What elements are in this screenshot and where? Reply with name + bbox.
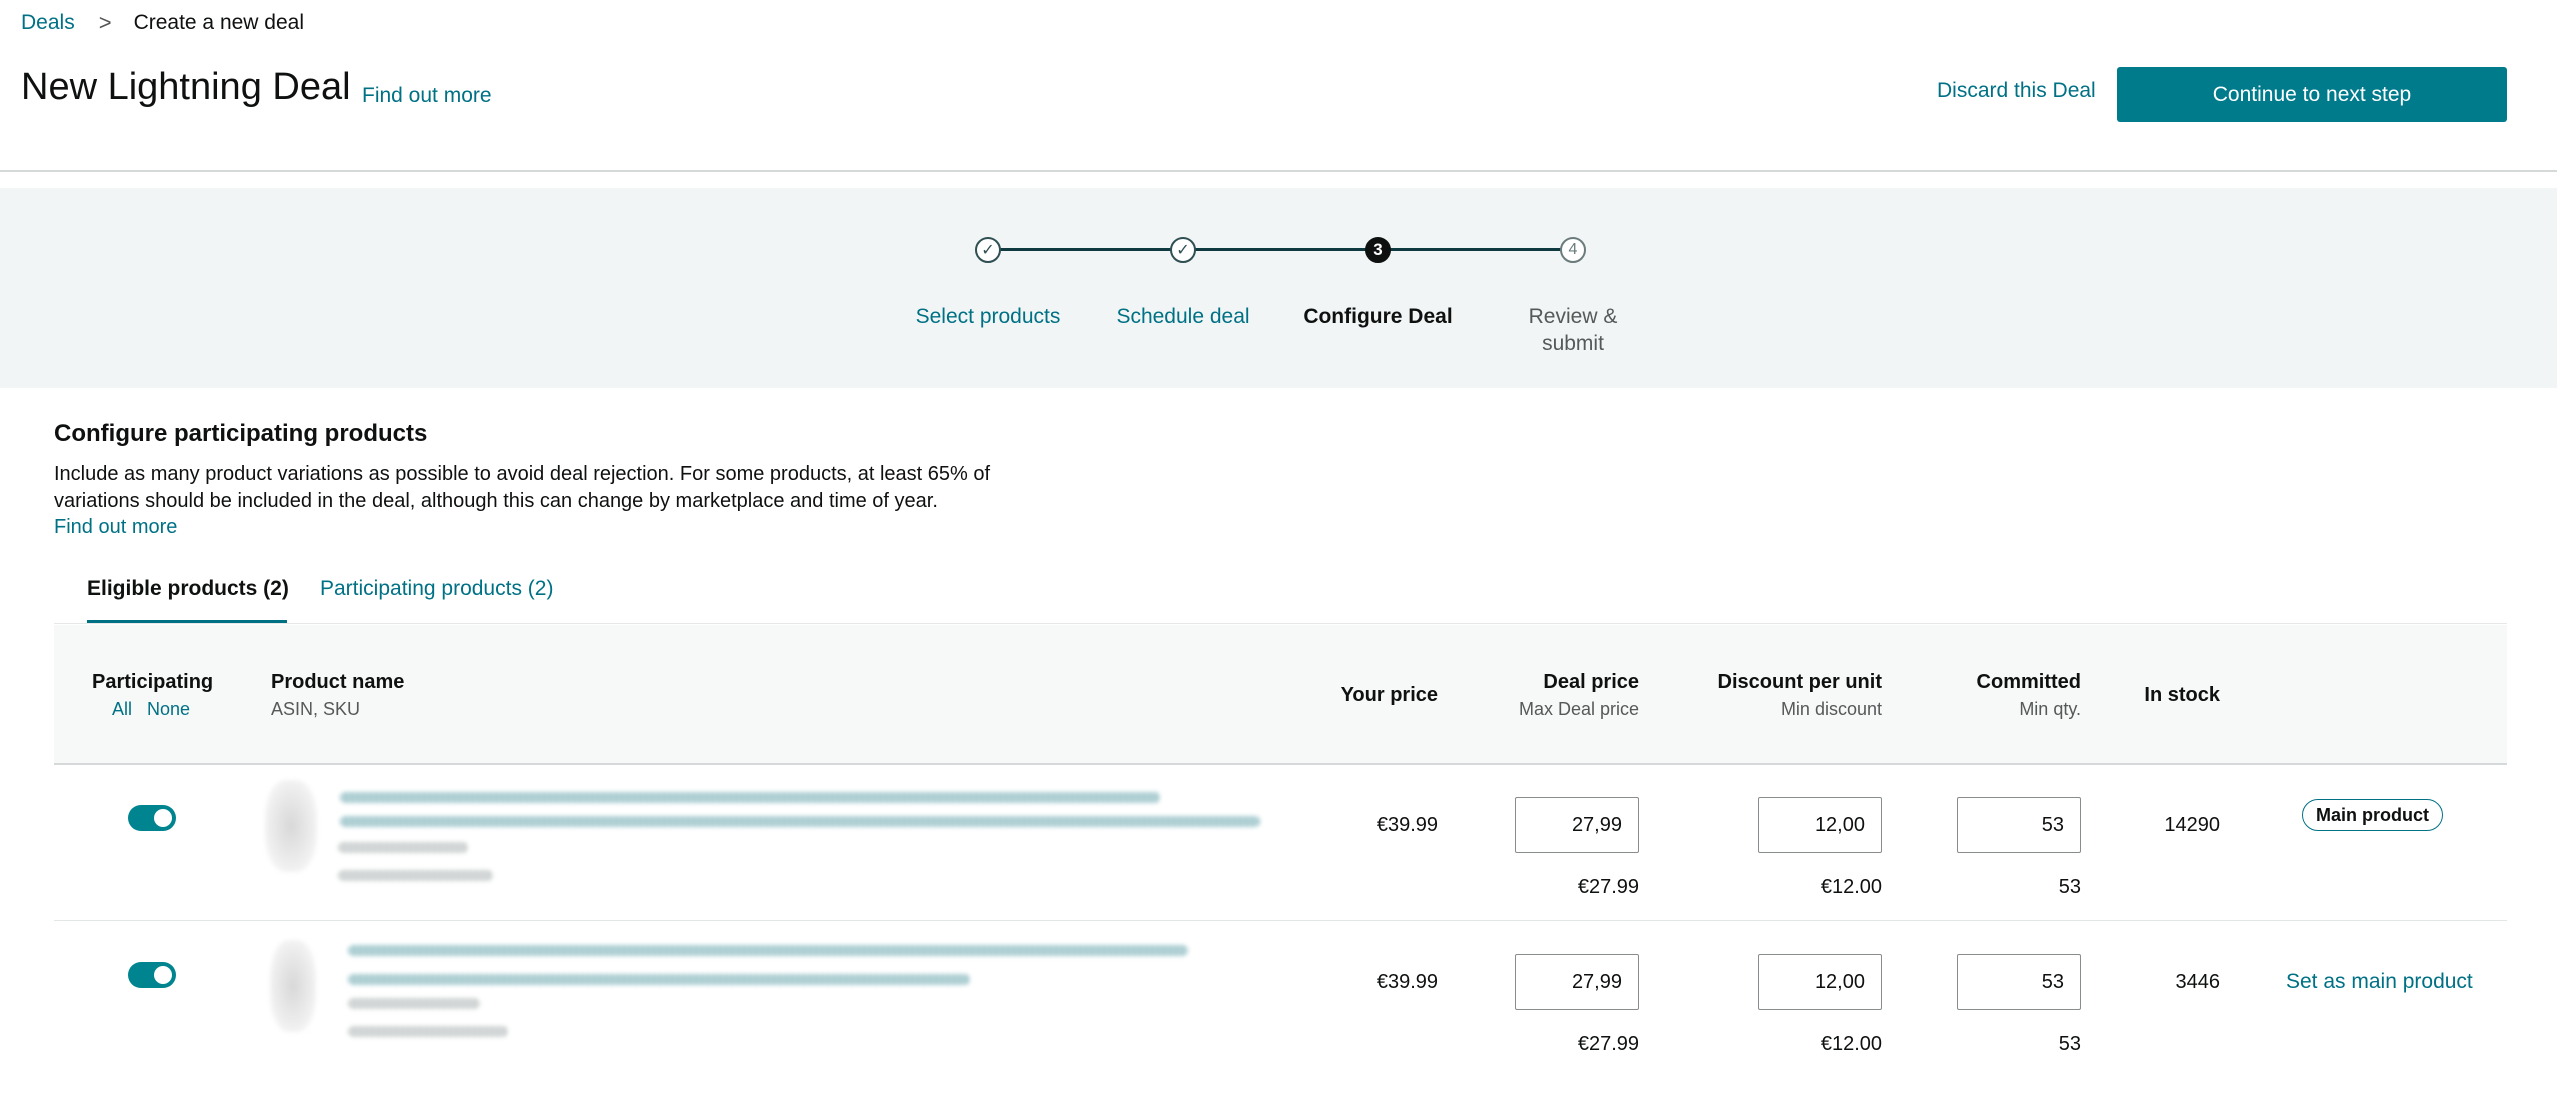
in-stock-value: 14290 xyxy=(2164,814,2220,836)
step-connector xyxy=(1183,248,1378,251)
step-label-schedule-deal[interactable]: Schedule deal xyxy=(1073,303,1293,330)
row-divider xyxy=(54,920,2507,921)
col-product-sub: ASIN, SKU xyxy=(271,699,361,719)
your-price: €39.99 xyxy=(1376,971,1438,993)
participating-toggle[interactable] xyxy=(128,962,176,988)
tab-participating-products[interactable]: Participating products (2) xyxy=(320,577,553,601)
find-out-more-link[interactable]: Find out more xyxy=(362,84,492,108)
discard-deal-link[interactable]: Discard this Deal xyxy=(1937,79,2096,103)
col-committed: Committed xyxy=(1976,671,2081,693)
step-connector xyxy=(988,248,1183,251)
step-1-check-icon: ✓ xyxy=(975,237,1001,263)
tab-eligible-products[interactable]: Eligible products (2) xyxy=(87,577,289,601)
section-title: Configure participating products xyxy=(54,420,428,447)
col-in-stock: In stock xyxy=(2144,684,2220,706)
breadcrumb: Deals > Create a new deal xyxy=(21,10,304,36)
select-none-link[interactable]: None xyxy=(147,699,190,720)
col-participating: Participating xyxy=(92,671,214,693)
col-discount: Discount per unit xyxy=(1717,671,1882,693)
min-qty: 53 xyxy=(2058,1033,2081,1055)
chevron-right-icon: > xyxy=(98,10,112,35)
product-title-redacted xyxy=(348,974,970,985)
product-thumbnail xyxy=(265,780,317,872)
committed-input[interactable] xyxy=(1957,954,2081,1010)
product-asin-redacted xyxy=(348,998,480,1009)
find-out-more-link[interactable]: Find out more xyxy=(54,516,177,539)
min-qty: 53 xyxy=(2058,876,2081,898)
table-header xyxy=(54,625,2507,765)
page-title: New Lightning Deal xyxy=(21,66,351,108)
participating-toggle[interactable] xyxy=(128,805,176,831)
product-title-redacted xyxy=(348,945,1188,956)
product-sku-redacted xyxy=(348,1026,508,1037)
product-sku-redacted xyxy=(338,870,493,881)
col-committed-sub: Min qty. xyxy=(2019,699,2081,719)
tabs-divider xyxy=(54,623,2507,624)
product-title-redacted xyxy=(340,792,1160,803)
col-your-price: Your price xyxy=(1340,684,1438,706)
col-deal-price: Deal price xyxy=(1543,671,1639,693)
min-discount: €12.00 xyxy=(1820,876,1882,898)
select-all-link[interactable]: All xyxy=(112,699,132,720)
step-label-review-submit: Review & submit xyxy=(1528,305,1618,355)
step-label-configure-deal: Configure Deal xyxy=(1303,305,1453,328)
col-deal-price-sub: Max Deal price xyxy=(1518,699,1639,719)
step-4-marker: 4 xyxy=(1560,237,1586,263)
product-title-redacted xyxy=(340,816,1260,827)
breadcrumb-current: Create a new deal xyxy=(133,11,305,34)
header-divider xyxy=(0,170,2557,172)
max-deal-price: €27.99 xyxy=(1577,1033,1639,1055)
product-asin-redacted xyxy=(338,842,468,853)
discount-input[interactable] xyxy=(1758,954,1882,1010)
breadcrumb-deals-link[interactable]: Deals xyxy=(21,11,75,35)
step-label-select-products[interactable]: Select products xyxy=(878,303,1098,330)
step-connector xyxy=(1378,248,1573,251)
stepper-band xyxy=(0,188,2557,388)
max-deal-price: €27.99 xyxy=(1577,876,1639,898)
step-2-check-icon: ✓ xyxy=(1170,237,1196,263)
continue-button[interactable]: Continue to next step xyxy=(2117,67,2507,122)
in-stock-value: 3446 xyxy=(2175,971,2221,993)
your-price: €39.99 xyxy=(1376,814,1438,836)
step-3-marker: 3 xyxy=(1365,237,1391,263)
deal-price-input[interactable] xyxy=(1515,797,1639,853)
col-discount-sub: Min discount xyxy=(1780,699,1882,719)
discount-input[interactable] xyxy=(1758,797,1882,853)
section-description: Include as many product variations as po… xyxy=(54,463,991,512)
main-product-badge: Main product xyxy=(2302,799,2443,831)
product-thumbnail xyxy=(270,940,316,1032)
committed-input[interactable] xyxy=(1957,797,2081,853)
col-product-name: Product name xyxy=(271,671,405,693)
deal-price-input[interactable] xyxy=(1515,954,1639,1010)
min-discount: €12.00 xyxy=(1820,1033,1882,1055)
set-as-main-product-link[interactable]: Set as main product xyxy=(2286,970,2473,994)
